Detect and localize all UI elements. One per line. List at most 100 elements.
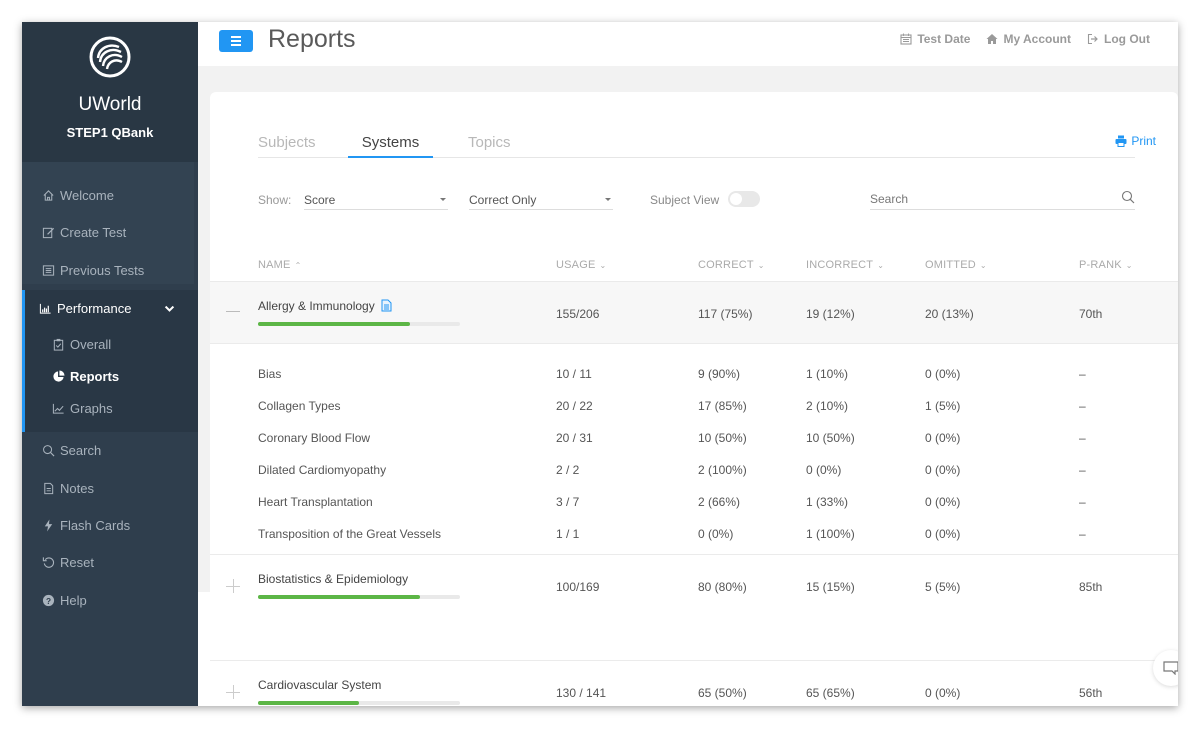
- correct-cell: 80 (80%): [698, 580, 747, 594]
- table-row-group[interactable]: Biostatistics & Epidemiology 100/169 80 …: [210, 554, 1178, 616]
- subgroup-name: Dilated Cardiomyopathy: [258, 463, 387, 477]
- incorrect-cell: 65 (65%): [806, 686, 855, 700]
- test-date-link[interactable]: Test Date: [900, 32, 970, 46]
- filter-select[interactable]: Correct Only: [469, 190, 613, 210]
- sidebar-item-previous-tests[interactable]: Previous Tests: [22, 252, 198, 288]
- table-row-group[interactable]: Allergy & Immunology 155/206 117 (75%) 1…: [210, 282, 1178, 344]
- sidebar-item-flash-cards[interactable]: Flash Cards: [22, 507, 198, 543]
- column-header-incorrect[interactable]: INCORRECT ⌄: [806, 259, 884, 271]
- search-icon[interactable]: [1121, 190, 1135, 204]
- group-name: Biostatistics & Epidemiology: [258, 572, 409, 586]
- table-row[interactable]: Bias 10 / 11 9 (90%) 1 (10%) 0 (0%) –: [210, 358, 1178, 390]
- tab-topics[interactable]: Topics: [468, 134, 511, 158]
- usage-cell: 1 / 1: [556, 527, 580, 541]
- expand-icon[interactable]: [226, 579, 240, 593]
- usage-cell: 20 / 22: [556, 399, 593, 413]
- sidebar-item-label: Previous Tests: [60, 262, 145, 278]
- tab-systems[interactable]: Systems: [348, 134, 433, 158]
- search-input[interactable]: [870, 190, 1100, 206]
- hamburger-icon: [231, 35, 241, 47]
- sidebar-item-reports[interactable]: Reports: [22, 358, 198, 394]
- sidebar-item-graphs[interactable]: Graphs: [22, 390, 198, 426]
- pie-chart-icon: [50, 369, 66, 383]
- show-select[interactable]: Score: [304, 190, 448, 210]
- sidebar-item-reset[interactable]: Reset: [22, 544, 198, 580]
- sidebar-item-help[interactable]: ? Help: [22, 582, 198, 618]
- usage-cell: 100/169: [556, 580, 600, 594]
- sidebar-item-label: Reports: [70, 368, 120, 384]
- prank-cell: 70th: [1079, 307, 1103, 321]
- show-label: Show:: [258, 193, 292, 207]
- table-row[interactable]: Coronary Blood Flow 20 / 31 10 (50%) 10 (50…: [210, 422, 1178, 454]
- header-links: Test Date My Account Log Out: [900, 32, 1150, 46]
- omitted-cell: 0 (0%): [925, 431, 961, 445]
- sort-desc-icon: ⌄: [599, 261, 607, 270]
- subgroup-name: Coronary Blood Flow: [258, 431, 371, 445]
- app-window: UWorld STEP1 QBank Welcome Create Test P…: [22, 22, 1178, 706]
- usage-cell: 10 / 11: [556, 367, 592, 381]
- progress-fill: [258, 322, 410, 326]
- incorrect-cell: 1 (100%): [806, 527, 855, 541]
- omitted-cell: 0 (0%): [925, 367, 961, 381]
- incorrect-cell: 1 (10%): [806, 367, 849, 381]
- page-title: Reports: [268, 25, 356, 53]
- incorrect-cell: 10 (50%): [806, 431, 855, 445]
- sidebar-item-performance[interactable]: Performance: [22, 290, 198, 326]
- progress-fill: [258, 701, 359, 705]
- table-row[interactable]: Dilated Cardiomyopathy 2 / 2 2 (100%) 0 (0%…: [210, 454, 1178, 486]
- tab-subjects[interactable]: Subjects: [258, 134, 316, 158]
- correct-cell: 117 (75%): [698, 307, 753, 321]
- sidebar-item-notes[interactable]: Notes: [22, 470, 198, 506]
- column-header-prank[interactable]: P-RANK ⌄: [1079, 259, 1133, 271]
- subgroup-name: Collagen Types: [258, 399, 341, 413]
- sort-desc-icon: ⌄: [979, 261, 987, 270]
- correct-cell: 0 (0%): [698, 527, 734, 541]
- column-header-name[interactable]: NAME ⌃: [258, 259, 302, 271]
- search-icon: [40, 444, 56, 457]
- uworld-logo-icon: [89, 36, 131, 78]
- omitted-cell: 5 (5%): [925, 580, 961, 594]
- sidebar-item-label: Create Test: [60, 224, 127, 240]
- edit-icon: [40, 226, 56, 239]
- print-button[interactable]: Print: [1115, 134, 1156, 148]
- prank-cell: –: [1079, 527, 1086, 541]
- sidebar-item-search[interactable]: Search: [22, 432, 198, 468]
- chat-bubble-icon: [1163, 661, 1178, 675]
- expand-icon[interactable]: [226, 685, 240, 699]
- log-out-link[interactable]: Log Out: [1087, 32, 1150, 46]
- note-icon: [40, 482, 56, 495]
- sort-desc-icon: ⌄: [757, 261, 765, 270]
- line-chart-icon: [50, 402, 66, 415]
- menu-toggle-button[interactable]: [219, 30, 253, 52]
- collapse-icon[interactable]: [226, 304, 240, 318]
- sidebar-item-overall[interactable]: Overall: [22, 326, 198, 362]
- table-row[interactable]: Collagen Types 20 / 22 17 (85%) 2 (10%) 1 (5…: [210, 390, 1178, 422]
- reports-card: Subjects Systems Topics Print Show: Scor…: [210, 92, 1178, 706]
- prank-cell: –: [1079, 399, 1086, 413]
- notes-document-icon[interactable]: [381, 299, 392, 312]
- sort-desc-icon: ⌄: [877, 261, 885, 270]
- caret-down-icon: [605, 198, 611, 201]
- svg-text:?: ?: [45, 595, 50, 605]
- table-row[interactable]: Transposition of the Great Vessels 1 / 1 0…: [210, 518, 1178, 550]
- group-name: Cardiovascular System: [258, 678, 382, 692]
- sidebar-item-welcome[interactable]: Welcome: [22, 177, 198, 213]
- progress-bar: [258, 322, 460, 326]
- incorrect-cell: 1 (33%): [806, 495, 849, 509]
- incorrect-cell: 2 (10%): [806, 399, 849, 413]
- subject-view-toggle[interactable]: [728, 191, 760, 207]
- usage-cell: 2 / 2: [556, 463, 580, 477]
- table-row[interactable]: Heart Transplantation 3 / 7 2 (66%) 1 (33%)…: [210, 486, 1178, 518]
- my-account-link[interactable]: My Account: [986, 32, 1071, 46]
- column-header-usage[interactable]: USAGE ⌄: [556, 259, 606, 271]
- subgroup-name: Heart Transplantation: [258, 495, 373, 509]
- sidebar-item-label: Performance: [57, 300, 132, 316]
- sidebar-item-create-test[interactable]: Create Test: [22, 214, 198, 250]
- sidebar-item-label: Search: [60, 442, 102, 458]
- sidebar-item-label: Graphs: [70, 400, 113, 416]
- column-header-correct[interactable]: CORRECT ⌄: [698, 259, 765, 271]
- reset-icon: [40, 556, 56, 569]
- table-row-group[interactable]: Cardiovascular System 130 / 141 65 (50%)…: [210, 660, 1178, 706]
- progress-fill: [258, 595, 420, 599]
- column-header-omitted[interactable]: OMITTED ⌄: [925, 259, 987, 271]
